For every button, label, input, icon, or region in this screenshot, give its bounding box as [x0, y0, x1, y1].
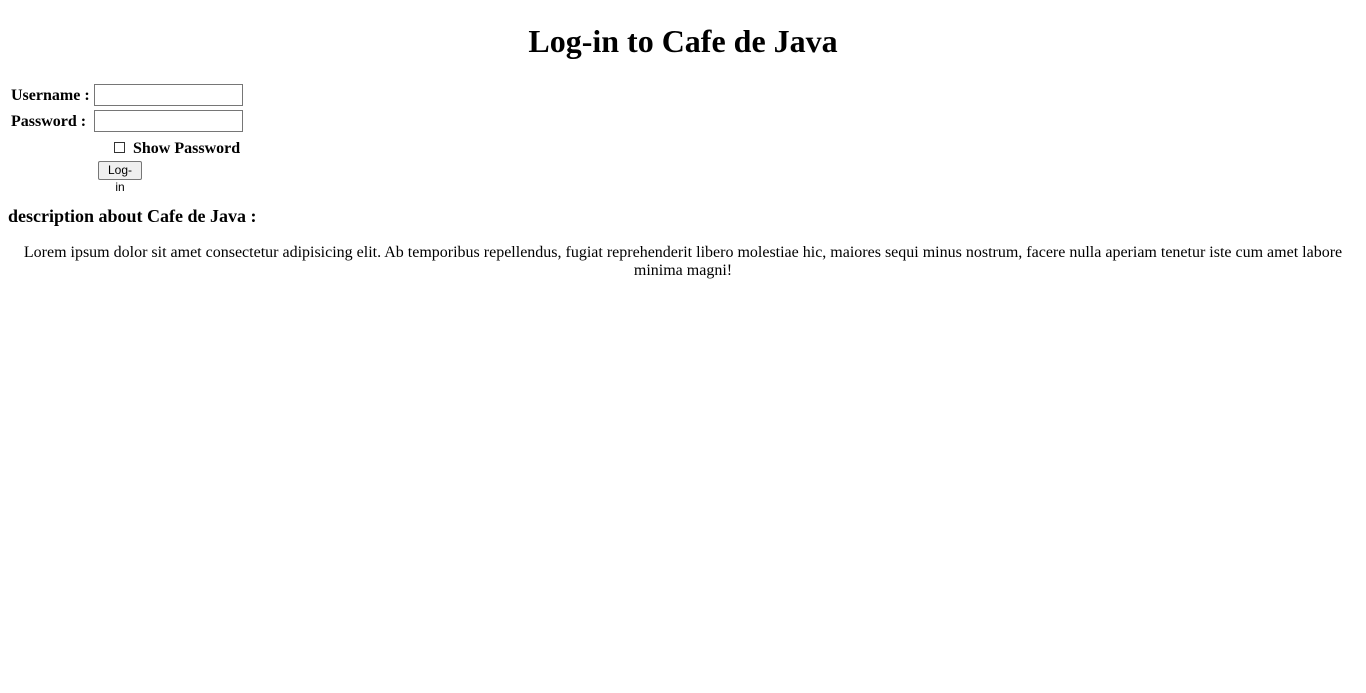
password-input[interactable] [94, 110, 243, 132]
login-button[interactable]: Log-in [98, 161, 143, 194]
username-input[interactable] [94, 84, 243, 106]
password-label: Password : [11, 113, 87, 130]
show-password-label[interactable]: Show Password [133, 140, 240, 158]
page-title: Log-in to Cafe de Java [528, 23, 838, 59]
show-password-checkbox[interactable] [114, 142, 125, 153]
username-label: Username : [11, 87, 90, 104]
description-heading: description about Cafe de Java : [8, 206, 257, 226]
description-text: Lorem ipsum dolor sit amet consectetur a… [23, 244, 1343, 279]
